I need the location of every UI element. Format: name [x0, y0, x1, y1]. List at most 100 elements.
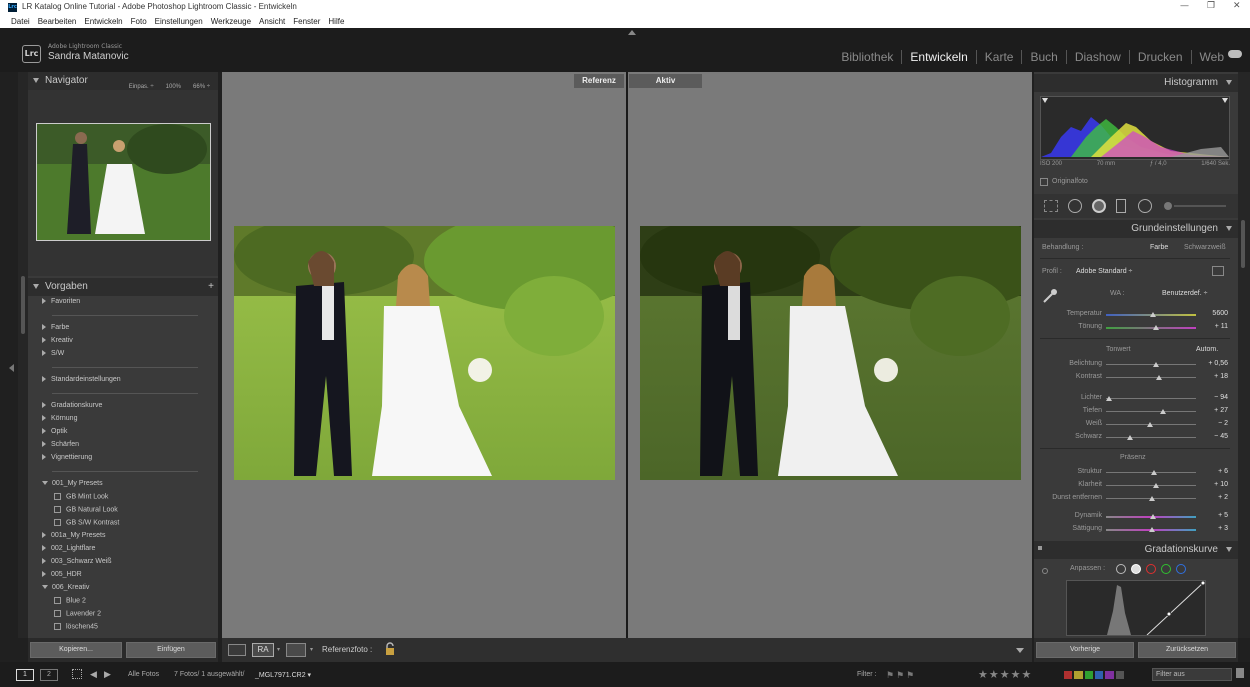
slider-value[interactable]: + 2	[1218, 494, 1228, 501]
star-rating-filter[interactable]: ★★★★★	[978, 668, 1032, 681]
original-photo-checkbox[interactable]	[1040, 178, 1048, 186]
profile-select[interactable]: Adobe Standard ÷	[1076, 268, 1132, 275]
reference-photo[interactable]	[234, 226, 615, 480]
scrollbar-thumb[interactable]	[1241, 220, 1245, 268]
preset-group-farbe[interactable]: Farbe	[42, 324, 69, 331]
slider-value[interactable]: + 0,56	[1208, 360, 1228, 367]
slider-track[interactable]	[1106, 364, 1196, 365]
slider-track[interactable]	[1106, 485, 1196, 486]
basic-header[interactable]: Grundeinstellungen	[1034, 220, 1238, 238]
preset-group-schaerfen[interactable]: Schärfen	[42, 441, 79, 448]
menu-entwickeln[interactable]: Entwickeln	[84, 17, 122, 26]
histogram-header[interactable]: Histogramm	[1034, 74, 1238, 92]
main-window-button[interactable]: 1	[16, 669, 34, 681]
menu-foto[interactable]: Foto	[131, 17, 147, 26]
module-drucken[interactable]: Drucken	[1128, 50, 1191, 64]
green-channel-icon[interactable]	[1161, 564, 1171, 574]
color-label-filter[interactable]	[1064, 671, 1124, 679]
treatment-color-option[interactable]: Farbe	[1150, 244, 1168, 251]
flag-filter-icons[interactable]: ⚑⚑⚑	[886, 670, 916, 681]
right-panel-scrollbar[interactable]	[1238, 72, 1250, 638]
profile-browser-icon[interactable]	[1212, 266, 1224, 276]
active-photo[interactable]	[640, 226, 1021, 480]
menu-ansicht[interactable]: Ansicht	[259, 17, 285, 26]
slider-value[interactable]: + 10	[1214, 481, 1228, 488]
preset-group-sw[interactable]: S/W	[42, 350, 64, 357]
module-web[interactable]: Web	[1190, 50, 1232, 64]
add-preset-icon[interactable]: +	[208, 278, 214, 296]
split-view-button[interactable]	[286, 643, 306, 657]
brush-icon[interactable]	[1164, 202, 1172, 210]
point-curve-rgb-icon[interactable]	[1131, 564, 1141, 574]
file-name[interactable]: _MGL7971.CR2 ▾	[255, 671, 311, 679]
menu-fenster[interactable]: Fenster	[293, 17, 320, 26]
slider-knob[interactable]	[1156, 375, 1163, 380]
slider-knob[interactable]	[1127, 435, 1134, 440]
panel-switch-icon[interactable]	[1038, 546, 1042, 550]
auto-tone-button[interactable]: Autom.	[1196, 346, 1218, 353]
lock-icon[interactable]	[384, 642, 396, 656]
previous-settings-button[interactable]: Vorherige	[1036, 642, 1134, 658]
preset-group-005[interactable]: 005_HDR	[42, 571, 82, 578]
histogram[interactable]	[1040, 96, 1230, 160]
radial-filter-icon[interactable]	[1138, 199, 1152, 213]
preset-gb-natural[interactable]: GB Natural Look	[54, 506, 118, 513]
preset-blue2[interactable]: Blue 2	[54, 597, 86, 604]
brush-slider[interactable]	[1174, 205, 1226, 207]
module-buch[interactable]: Buch	[1021, 50, 1065, 64]
chevron-down-icon[interactable]: ▾	[310, 646, 313, 653]
slider-knob[interactable]	[1150, 470, 1157, 475]
spot-removal-icon[interactable]	[1068, 199, 1082, 213]
cloud-icon[interactable]	[1228, 50, 1242, 58]
back-arrow-icon[interactable]: ◀	[90, 669, 97, 680]
slider-track[interactable]	[1106, 377, 1196, 378]
wb-select[interactable]: Benutzerdef. ÷	[1162, 290, 1207, 297]
module-entwickeln[interactable]: Entwickeln	[901, 50, 975, 64]
slider-knob[interactable]	[1149, 514, 1156, 519]
preset-group-003[interactable]: 003_Schwarz Weiß	[42, 558, 112, 565]
slider-value[interactable]: + 3	[1218, 525, 1228, 532]
module-bibliothek[interactable]: Bibliothek	[833, 50, 901, 64]
module-diashow[interactable]: Diashow	[1065, 50, 1129, 64]
slider-knob[interactable]	[1149, 312, 1156, 317]
navigator-header[interactable]: Navigator Einpas. ÷ 100% 66% ÷	[28, 72, 218, 90]
preset-group-optik[interactable]: Optik	[42, 428, 67, 435]
menu-werkzeuge[interactable]: Werkzeuge	[211, 17, 251, 26]
preset-gb-sw[interactable]: GB S/W Kontrast	[54, 519, 119, 526]
preset-group-001[interactable]: 001_My Presets	[42, 480, 103, 487]
paste-settings-button[interactable]: Einfügen	[126, 642, 216, 658]
menu-bearbeiten[interactable]: Bearbeiten	[38, 17, 77, 26]
preset-group-001a[interactable]: 001a_My Presets	[42, 532, 105, 539]
slider-track[interactable]	[1106, 411, 1196, 412]
treatment-bw-option[interactable]: Schwarzweiß	[1184, 244, 1226, 251]
slider-value[interactable]: + 11	[1215, 323, 1228, 330]
reset-button[interactable]: Zurücksetzen	[1138, 642, 1236, 658]
preset-group-standard[interactable]: Standardeinstellungen	[42, 376, 121, 383]
slider-track[interactable]	[1106, 437, 1196, 438]
source-label[interactable]: Alle Fotos	[128, 671, 159, 678]
loupe-view-button[interactable]	[228, 644, 246, 656]
slider-knob[interactable]	[1153, 362, 1160, 367]
slider-knob[interactable]	[1147, 422, 1154, 427]
slider-value[interactable]: − 94	[1214, 394, 1228, 401]
tone-curve-graph[interactable]	[1066, 580, 1206, 636]
copy-settings-button[interactable]: Kopieren...	[30, 642, 122, 658]
preset-loeschen45[interactable]: löschen45	[54, 623, 98, 630]
target-adjust-icon[interactable]	[1042, 568, 1048, 574]
slider-knob[interactable]	[1152, 325, 1159, 330]
curve-header[interactable]: Gradationskurve	[1034, 541, 1238, 559]
slider-track[interactable]	[1106, 398, 1196, 399]
red-eye-icon[interactable]	[1092, 199, 1106, 213]
grid-view-icon[interactable]	[72, 669, 82, 679]
graduated-filter-icon[interactable]	[1116, 199, 1126, 213]
lock-filter-icon[interactable]	[1236, 668, 1244, 678]
slider-value[interactable]: + 27	[1214, 407, 1228, 414]
forward-arrow-icon[interactable]: ▶	[104, 669, 111, 680]
slider-value[interactable]: − 45	[1214, 433, 1228, 440]
module-karte[interactable]: Karte	[975, 50, 1022, 64]
filter-select[interactable]: Filter aus	[1152, 668, 1232, 681]
slider-knob[interactable]	[1152, 483, 1159, 488]
slider-knob[interactable]	[1148, 496, 1155, 501]
slider-value[interactable]: − 2	[1218, 420, 1228, 427]
slider-track[interactable]	[1106, 327, 1196, 329]
